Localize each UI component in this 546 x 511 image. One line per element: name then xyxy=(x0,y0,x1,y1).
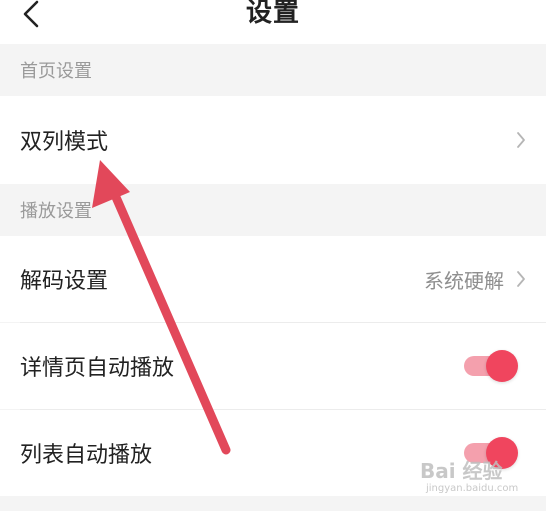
section-header-home: 首页设置 xyxy=(0,44,546,96)
chevron-right-icon xyxy=(517,132,525,148)
row-decode-settings[interactable]: 解码设置 系统硬解 xyxy=(0,236,546,322)
row-label: 详情页自动播放 xyxy=(20,356,175,381)
top-bar: 设置 xyxy=(0,0,546,44)
detail-autoplay-toggle[interactable] xyxy=(464,350,518,382)
row-dual-column-mode[interactable]: 双列模式 xyxy=(0,96,546,184)
toggle-knob xyxy=(486,350,518,382)
row-label: 双列模式 xyxy=(20,130,109,155)
row-value: 系统硬解 xyxy=(424,268,504,293)
watermark-sub: jingyan.baidu.com xyxy=(426,483,519,494)
section-header-playback: 播放设置 xyxy=(0,184,546,236)
watermark-main: Bai 经验 xyxy=(420,459,503,483)
page-title: 设置 xyxy=(245,0,300,28)
watermark: Bai 经验 jingyan.baidu.com xyxy=(420,455,530,501)
row-detail-autoplay: 详情页自动播放 xyxy=(0,323,546,409)
row-label: 解码设置 xyxy=(20,269,109,294)
row-label: 列表自动播放 xyxy=(20,443,153,468)
chevron-right-icon xyxy=(517,271,525,287)
